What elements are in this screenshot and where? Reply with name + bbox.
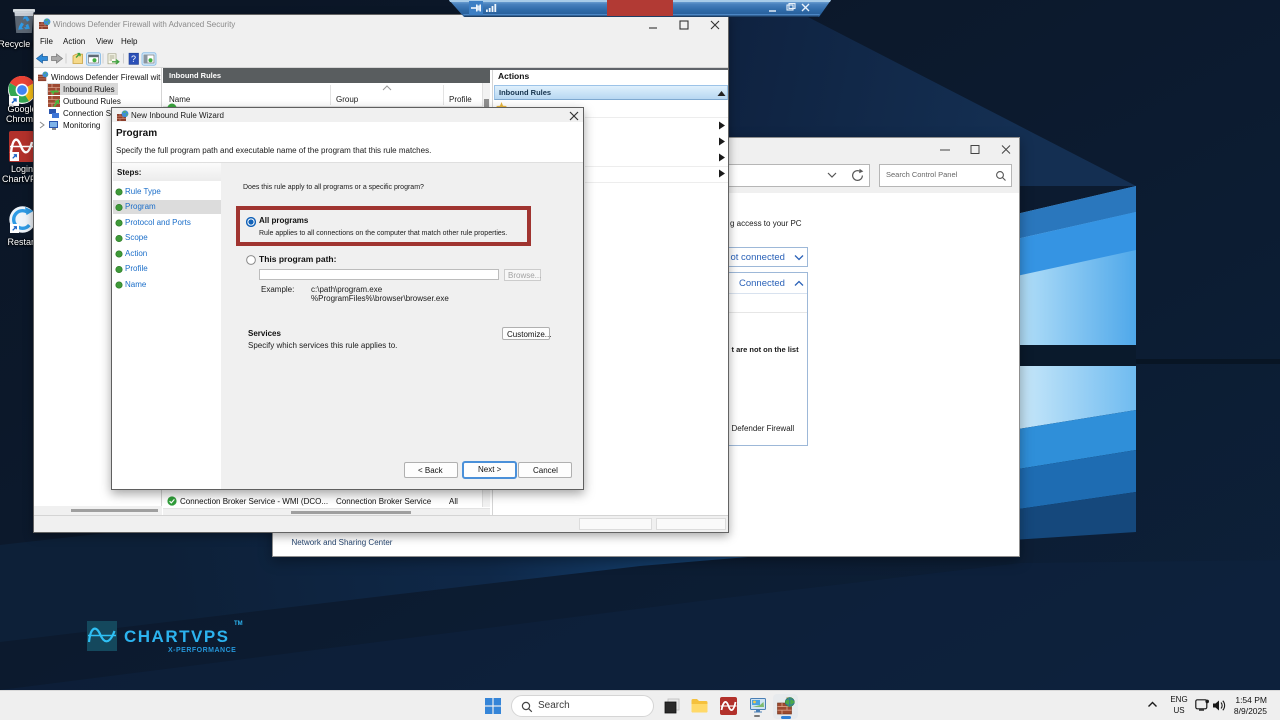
svg-text:?: ? bbox=[131, 54, 136, 64]
